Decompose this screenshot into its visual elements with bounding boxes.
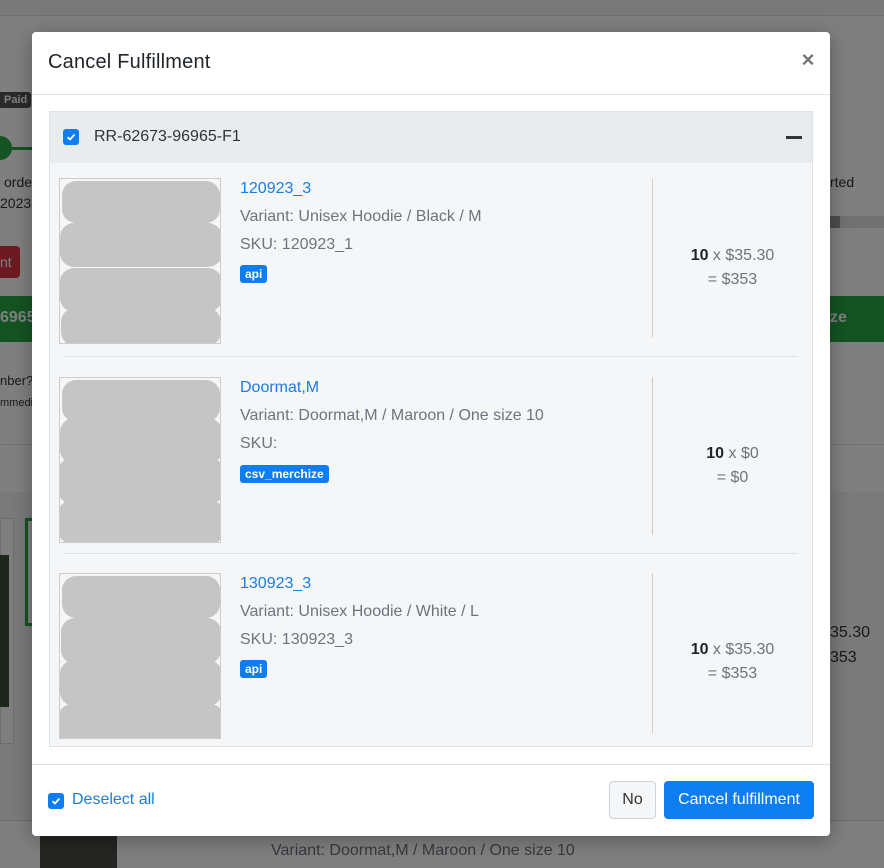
product-thumbnail [59,377,221,543]
fulfillment-group-header: RR-62673-96965-F1 [50,112,812,163]
source-badge: api [240,265,268,283]
redacted-block [60,500,220,542]
redacted-block [62,576,220,618]
redacted-block [61,308,220,343]
redacted-block [60,458,220,504]
redacted-block [60,704,220,738]
modal-header: Cancel Fulfillment × [32,32,830,95]
cancel-fulfillment-modal: Cancel Fulfillment × RR-62673-96965-F1 1… [32,32,830,836]
redacted-block [60,660,220,706]
price-block: 10 x $35.30 = $353 [653,244,812,292]
product-variant: Variant: Unisex Hoodie / Black / M [240,208,482,225]
checkmark-icon [66,133,76,141]
price-block: 10 x $35.30 = $353 [653,638,812,686]
product-name-link[interactable]: 120923_3 [240,180,311,198]
source-badge: csv_merchize [240,465,329,483]
cancel-fulfillment-button[interactable]: Cancel fulfillment [664,781,814,819]
line-total: = $0 [716,469,749,486]
line-item: 120923_3 Variant: Unisex Hoodie / Black … [50,163,812,357]
checkmark-icon [51,797,61,805]
quantity: 10 [706,445,725,462]
line-total: = $353 [707,665,758,682]
unit-price: x $35.30 [708,641,775,658]
redacted-block [60,268,220,312]
unit-price: x $35.30 [708,247,775,264]
quantity: 10 [690,641,709,658]
line-item: 130923_3 Variant: Unisex Hoodie / White … [50,554,812,746]
deselect-all-checkbox[interactable] [48,793,64,809]
source-badge: api [240,660,268,678]
deselect-all-label[interactable]: Deselect all [72,791,155,809]
fulfillment-group: RR-62673-96965-F1 120923_3 Variant: Unis… [49,111,813,747]
unit-price: x $0 [724,445,759,462]
collapse-minus-icon[interactable] [786,136,802,139]
price-block: 10 x $0 = $0 [653,442,812,490]
product-variant: Variant: Unisex Hoodie / White / L [240,603,479,620]
product-name-link[interactable]: Doormat,M [240,379,319,397]
modal-footer: Deselect all No Cancel fulfillment [32,764,830,836]
redacted-block [62,380,220,422]
redacted-block [60,223,220,267]
redacted-block [62,181,220,223]
product-variant: Variant: Doormat,M / Maroon / One size 1… [240,407,544,424]
product-thumbnail [59,178,221,344]
product-sku: SKU: 120923_1 [240,236,353,253]
quantity: 10 [690,247,709,264]
product-name-link[interactable]: 130923_3 [240,575,311,593]
line-item: Doormat,M Variant: Doormat,M / Maroon / … [50,357,812,554]
product-sku: SKU: 130923_3 [240,631,353,648]
redacted-block [61,618,220,664]
fulfillment-code: RR-62673-96965-F1 [94,128,241,145]
product-thumbnail [59,573,221,739]
line-total: = $353 [707,271,758,288]
modal-title: Cancel Fulfillment [48,51,211,73]
fulfillment-checkbox[interactable] [63,129,79,145]
close-icon[interactable]: × [798,48,818,72]
product-sku: SKU: [240,435,278,452]
no-button[interactable]: No [609,781,656,819]
